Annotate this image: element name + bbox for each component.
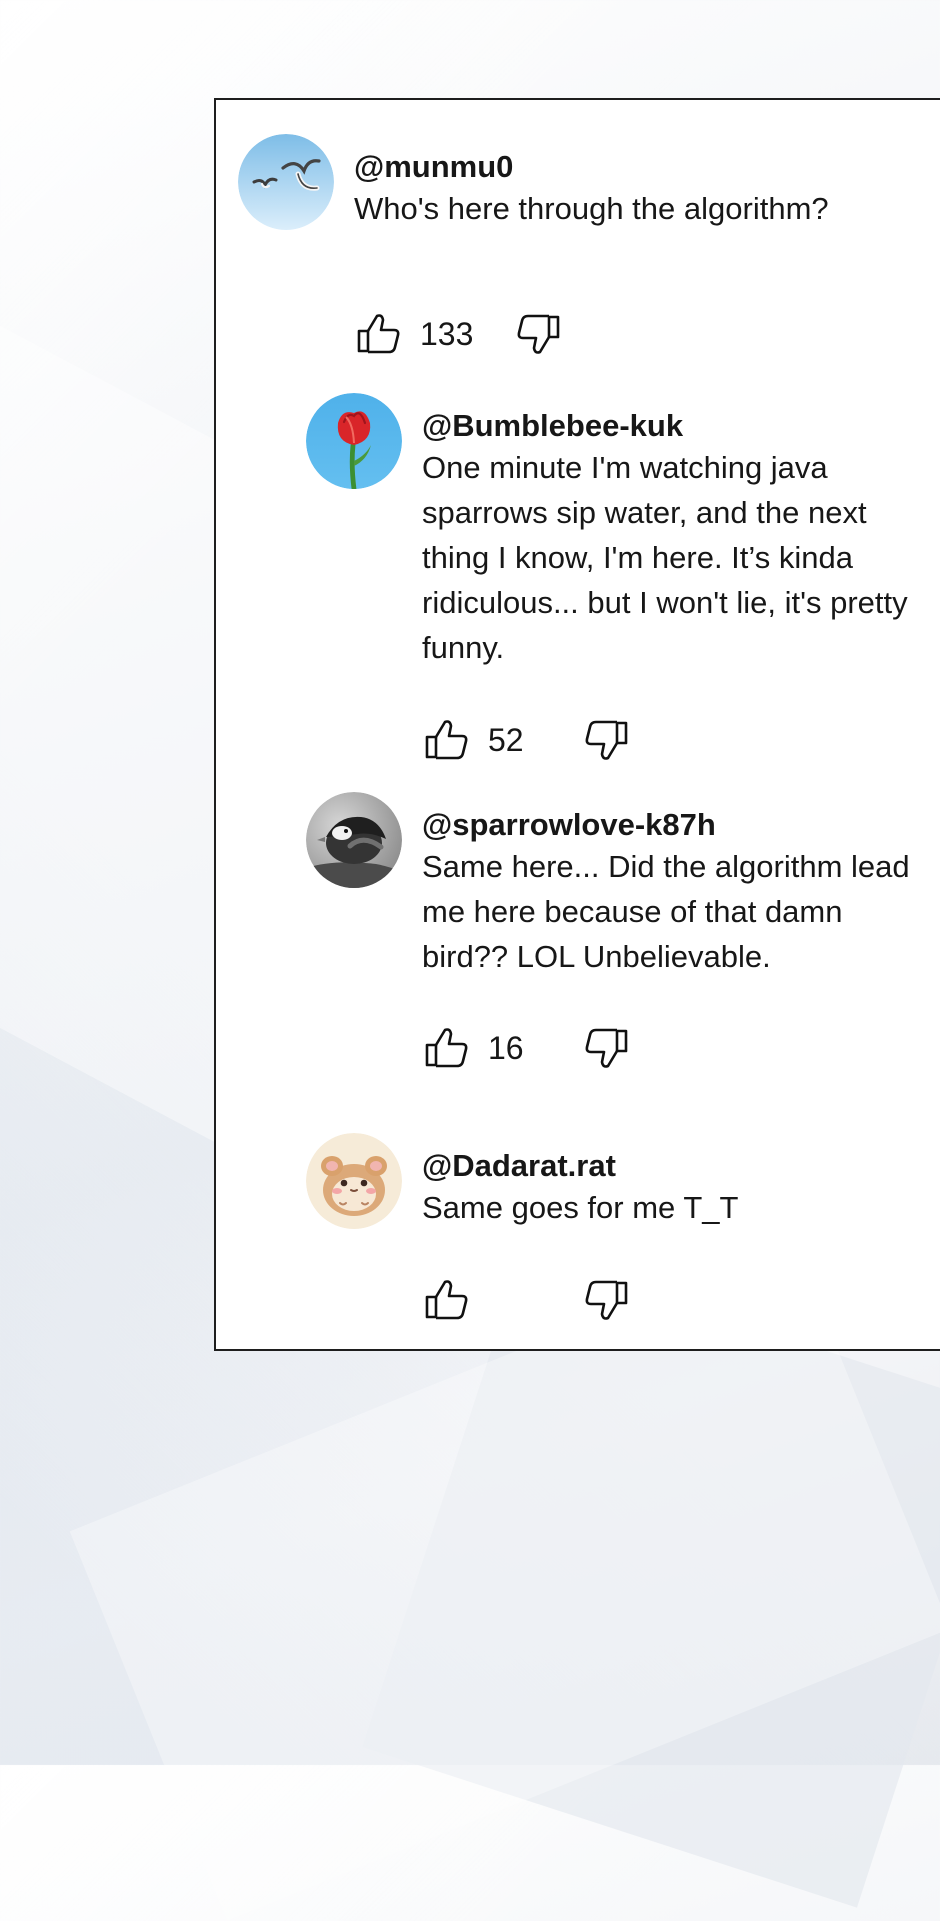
- thumbs-down-icon: [585, 720, 628, 760]
- comment-text: Same here... Did the algorithm lead me h…: [422, 849, 919, 974]
- comment-actions: 133: [352, 308, 566, 360]
- comment-username[interactable]: @Bumblebee-kuk: [422, 407, 940, 445]
- sparrow-avatar[interactable]: [306, 792, 402, 888]
- comment-text: Who's here through the algorithm?: [354, 191, 829, 226]
- thumbs-down-icon: [517, 314, 560, 354]
- like-count: 133: [420, 316, 474, 352]
- comment-username[interactable]: @sparrowlove-k87h: [422, 806, 940, 844]
- thumbs-down-icon: [585, 1028, 628, 1068]
- thumbs-up-icon: [425, 1280, 468, 1320]
- thumbs-up-icon: [425, 1028, 468, 1068]
- like-button[interactable]: [420, 714, 472, 766]
- comment-username[interactable]: @Dadarat.rat: [422, 1147, 940, 1185]
- comment-username[interactable]: @munmu0: [354, 148, 926, 186]
- dislike-button[interactable]: [582, 1022, 634, 1074]
- thumbs-up-icon: [425, 720, 468, 760]
- comments-panel: @munmu0 Who's here through the algorithm…: [214, 98, 940, 1351]
- hamster-avatar[interactable]: [306, 1133, 402, 1229]
- like-count: 16: [488, 1030, 524, 1066]
- comment-actions: [420, 1274, 634, 1326]
- comment-content: @munmu0 Who's here through the algorithm…: [354, 148, 926, 231]
- dislike-button[interactable]: [582, 1274, 634, 1326]
- dislike-button[interactable]: [582, 714, 634, 766]
- seagull-avatar[interactable]: [238, 134, 334, 230]
- comment-content: @Dadarat.rat Same goes for me T_T: [422, 1147, 940, 1230]
- comment-actions: 16: [420, 1022, 634, 1074]
- dislike-button[interactable]: [514, 308, 566, 360]
- comment-content: @Bumblebee-kuk One minute I'm watching j…: [422, 407, 940, 670]
- thumbs-down-icon: [585, 1280, 628, 1320]
- comment-actions: 52: [420, 714, 634, 766]
- comment-content: @sparrowlove-k87h Same here... Did the a…: [422, 806, 940, 979]
- like-count: 52: [488, 722, 524, 758]
- comment-text: Same goes for me T_T: [422, 1190, 739, 1225]
- thumbs-up-icon: [357, 314, 400, 354]
- like-button[interactable]: [420, 1022, 472, 1074]
- like-button[interactable]: [352, 308, 404, 360]
- like-button[interactable]: [420, 1274, 472, 1326]
- red-tulip-avatar[interactable]: [306, 393, 402, 489]
- comment-text: One minute I'm watching java sparrows si…: [422, 450, 917, 665]
